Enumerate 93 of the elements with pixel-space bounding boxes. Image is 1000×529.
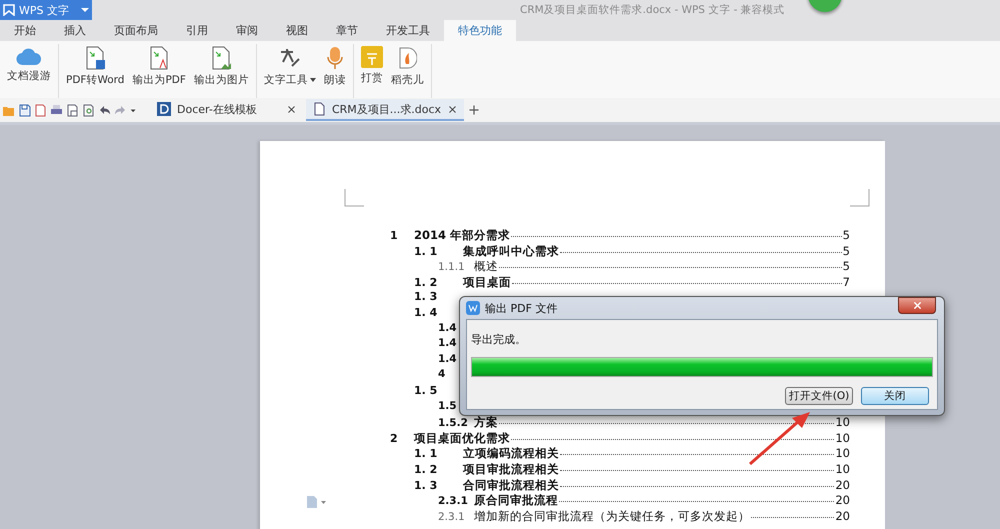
print-icon[interactable] (50, 104, 63, 116)
ribbon-button[interactable]: 打赏 (358, 44, 385, 98)
menu-tab[interactable]: 引用 (172, 20, 222, 41)
menu-tab[interactable]: 页面布局 (100, 20, 172, 41)
toc-page-number: 20 (835, 478, 850, 492)
window-title: CRM及项目桌面软件需求.docx - WPS 文字 - 兼容模式 (520, 3, 785, 17)
toc-number: 1. 5 (414, 384, 438, 397)
reward-icon (360, 46, 383, 68)
toc-number: 1.5.2 (438, 417, 469, 430)
caret-icon (81, 7, 89, 13)
toc-number: 2.3.1 (438, 495, 469, 508)
menu-tab[interactable]: 特色功能 (444, 20, 516, 41)
wps-logo-icon (3, 4, 15, 16)
toc-page-number: 20 (835, 493, 850, 508)
ribbon-button[interactable]: 朗读 (322, 44, 348, 98)
dialog-button[interactable]: 打开文件(O) (785, 387, 853, 405)
toc-number: 1.4 (438, 352, 458, 365)
menu-tab[interactable]: 开始 (0, 20, 50, 41)
cloud-icon (16, 46, 42, 66)
toc-entry-title: 合同审批流程相关 (463, 478, 559, 492)
dialog-button[interactable]: 关闭 (861, 387, 929, 405)
ribbon-button[interactable]: 输出为PDF (130, 44, 188, 98)
toc-number: 1.4 (438, 322, 458, 334)
pdf-to-word-icon (84, 46, 106, 70)
toc-page-number: 5 (842, 244, 850, 258)
close-icon[interactable] (447, 104, 458, 114)
document-icon (312, 102, 326, 116)
ribbon-button[interactable]: 文字工具 (262, 44, 318, 98)
toc-entry-title: 项目桌面 (463, 274, 511, 290)
toc-entry-title: 概述 (474, 259, 498, 274)
close-button[interactable] (898, 297, 936, 314)
ribbon-button[interactable]: PDF转Word (64, 44, 126, 98)
new-tab-icon[interactable] (467, 103, 481, 117)
toc-page-number: 5 (842, 259, 850, 274)
toc-number: 4 (438, 368, 446, 380)
toc-number: 1. 4 (414, 306, 438, 319)
preview-icon[interactable] (82, 104, 95, 116)
menu-tab[interactable]: 开发工具 (372, 20, 444, 41)
toc-entry-title: 项目审批流程相关 (463, 462, 559, 477)
app-menu-button[interactable]: WPS 文字 (0, 0, 92, 20)
wps-logo-icon (466, 301, 480, 315)
toc-page-number: 10 (835, 446, 850, 460)
ribbon-button[interactable]: 稻壳儿 (388, 44, 426, 98)
close-icon[interactable] (286, 104, 297, 114)
document-tab[interactable]: Docer-在线模板 (151, 99, 303, 121)
toc-page-number: 7 (842, 274, 850, 289)
menu-tab[interactable]: 审阅 (222, 20, 272, 41)
toc-number: 1.4 (438, 337, 458, 350)
toc-page-number: 20 (835, 508, 850, 523)
toc-number: 1 (390, 229, 399, 242)
toc-number: 1.5 (438, 400, 458, 412)
leaf-icon (397, 46, 418, 70)
toc-page-number: 5 (842, 228, 850, 242)
toc-number: 1. 2 (414, 276, 438, 289)
toc-number: 1. 2 (414, 462, 438, 476)
toc-number: 1. 1 (414, 447, 438, 460)
document-menu-icon (306, 495, 328, 509)
ribbon-button[interactable]: 输出为图片 (192, 44, 251, 98)
dialog-title: 输出 PDF 文件 (485, 300, 558, 316)
document-tab[interactable]: CRM及项目...求.docx (306, 99, 464, 121)
toc-page-number: 10 (835, 430, 850, 445)
save-icon[interactable] (18, 104, 31, 116)
toc-entry-title: 项目桌面优化需求 (414, 430, 510, 446)
undo-icon[interactable] (98, 104, 111, 116)
arrow-annotation (748, 410, 812, 466)
menu-tab[interactable]: 章节 (322, 20, 372, 41)
close-icon (912, 300, 922, 311)
toc-entry-title: 方案 (474, 415, 498, 430)
toc-entry-title: 立项编码流程相关 (463, 446, 559, 462)
toc-number: 1. 3 (414, 290, 438, 304)
docer-logo-icon (157, 102, 171, 116)
toc-number: 2 (390, 432, 399, 445)
status-message: 导出完成。 (471, 332, 527, 347)
toc-entry-title: 2014 年部分需求 (414, 228, 510, 243)
pdf-icon[interactable] (34, 104, 47, 116)
pdf-export-icon (148, 46, 170, 70)
toc-entry-title: 增加新的合同审批流程（为关键任务，可多次发起） (474, 508, 750, 524)
toc-number: 2.3.1 (438, 510, 466, 523)
print-preview-icon[interactable] (66, 104, 79, 116)
toc-number: 1.1.1 (438, 261, 466, 274)
crop-mark-icon (850, 189, 870, 207)
menu-tab[interactable]: 视图 (272, 20, 322, 41)
toc-entry-title: 原合同审批流程 (474, 493, 558, 508)
image-export-icon (210, 46, 232, 70)
toc-page-number: 10 (835, 462, 850, 476)
toc-number: 1. 1 (414, 244, 438, 258)
ribbon-button[interactable]: 文档漫游 (5, 44, 53, 98)
toc-number: 1. 3 (414, 478, 438, 492)
menu-tab[interactable]: 插入 (50, 20, 100, 41)
crop-mark-icon (344, 189, 364, 207)
toc-page-number: 10 (835, 415, 850, 430)
microphone-icon (326, 46, 344, 70)
toc-entry-title: 集成呼叫中心需求 (463, 244, 559, 259)
